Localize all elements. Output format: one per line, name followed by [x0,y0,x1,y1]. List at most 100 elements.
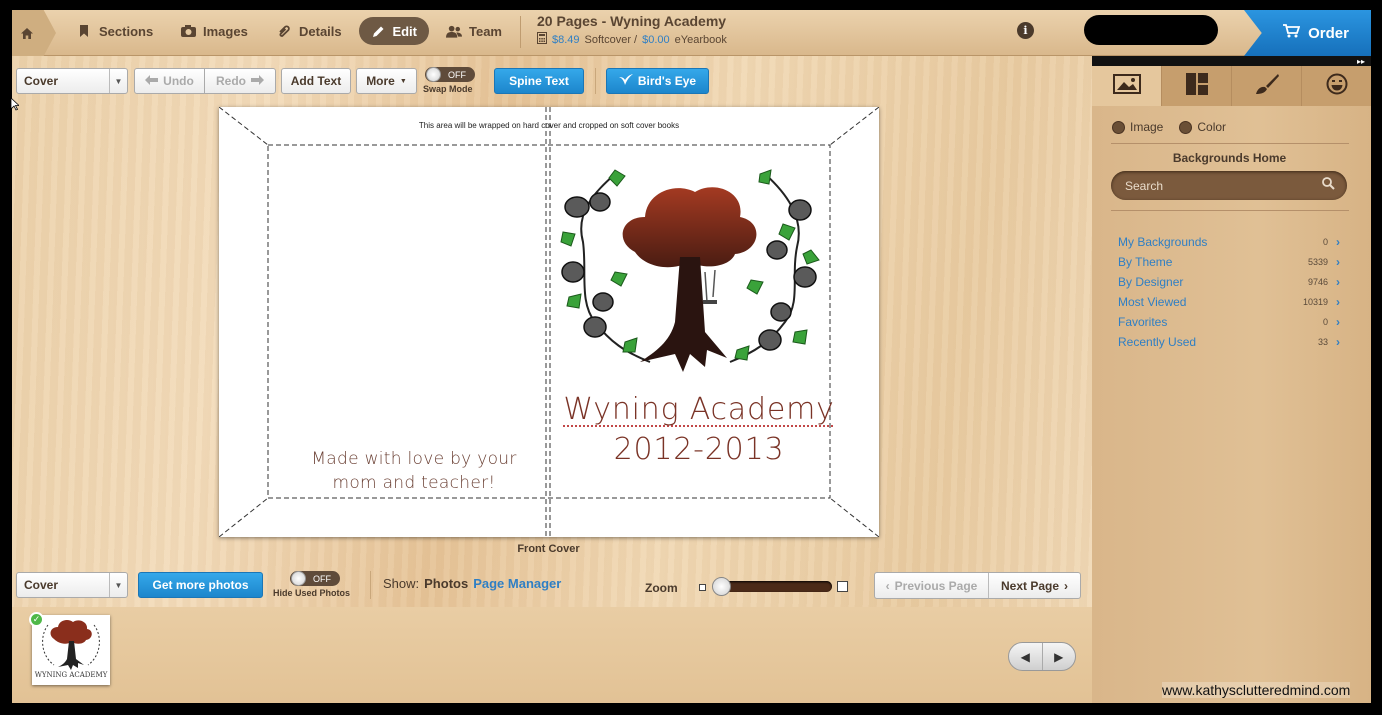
list-item[interactable]: Most Viewed 10319 › [1118,292,1340,312]
list-item[interactable]: My Backgrounds 0 › [1118,232,1340,252]
layout-icon [1185,72,1208,100]
radio-image-label: Image [1130,120,1164,134]
image-icon [1112,73,1141,99]
swap-mode-toggle[interactable]: OFF [425,67,475,82]
tree-logo-image[interactable] [555,162,825,382]
bookmark-icon [76,23,92,39]
photo-thumbnail[interactable]: WYNING ACADEMY [32,615,110,685]
search-icon[interactable] [1322,177,1335,193]
radio-color[interactable]: Color [1179,120,1226,134]
cover-page[interactable]: This area will be wrapped on hard cover … [219,107,879,537]
category-count: 0 [1322,317,1328,327]
chevron-down-icon: ▼ [109,573,127,597]
toggle-state: OFF [313,573,331,584]
chevron-right-icon: › [1336,275,1340,289]
info-icon[interactable]: i [1017,22,1034,39]
chevron-right-icon: › [1336,235,1340,249]
toggle-knob [291,571,306,586]
chevron-right-icon: › [1336,315,1340,329]
radio-circle [1112,120,1125,134]
strip-scroll-buttons: ◀ ▶ [1008,642,1076,671]
list-item[interactable]: By Designer 9746 › [1118,272,1340,292]
chevron-right-icon[interactable]: ▶ [1043,643,1076,670]
photo-page-select-value: Cover [24,578,59,592]
more-button[interactable]: More ▼ [356,68,417,94]
previous-page-button[interactable]: ‹ Previous Page [875,573,989,598]
hide-used-photos-label: Hide Used Photos [273,588,351,598]
radio-circle [1179,120,1193,134]
panel-tabs [1092,66,1371,106]
nav-details[interactable]: Details [264,17,354,45]
order-button[interactable]: Order [1244,10,1371,56]
spine-text-label: Spine Text [509,74,569,88]
nav-label: Details [299,23,342,39]
nav-images[interactable]: Images [168,17,260,45]
redacted-account [1084,15,1218,45]
tab-styles[interactable] [1232,66,1302,106]
left-text-line2: mom and teacher! [332,473,496,493]
nav-edit[interactable]: Edit [359,17,429,45]
chevron-left-icon[interactable]: ◀ [1009,643,1043,670]
tab-layouts[interactable] [1162,66,1232,106]
background-search-input[interactable]: Search [1111,171,1347,200]
left-cover-text[interactable]: Made with love by your mom and teacher! [289,447,539,495]
add-text-button[interactable]: Add Text [281,68,351,94]
radio-image[interactable]: Image [1112,120,1163,134]
redo-label: Redo [216,74,246,88]
nav-team[interactable]: Team [434,17,514,45]
toggle-state: OFF [448,69,466,80]
panel-collapse-bar[interactable]: ▸▸ [1092,56,1371,66]
category-label: By Designer [1118,275,1184,289]
smiley-icon [1326,73,1348,100]
page-select[interactable]: Cover ▼ [16,68,128,94]
list-item[interactable]: Favorites 0 › [1118,312,1340,332]
zoom-slider-handle[interactable] [712,577,731,596]
list-item[interactable]: By Theme 5339 › [1118,252,1340,272]
tab-backgrounds[interactable] [1092,66,1162,106]
project-title: 20 Pages - Wyning Academy [537,13,727,29]
add-text-label: Add Text [290,74,342,88]
show-filter: Show: Photos Page Manager [383,576,561,591]
cover-title-text[interactable]: Wyning Academy 2012-2013 [549,390,849,470]
page-manager-link[interactable]: Page Manager [473,576,561,591]
more-label: More [366,74,395,88]
birds-eye-button[interactable]: Bird's Eye [606,68,709,94]
check-icon: ✓ [29,612,44,627]
panel-divider [1111,210,1349,211]
chevron-right-icon: › [1064,578,1069,593]
show-photos-option[interactable]: Photos [424,576,468,591]
get-more-photos-button[interactable]: Get more photos [138,572,263,598]
softcover-price[interactable]: $8.49 [552,34,580,46]
home-button[interactable] [12,10,56,56]
thumbnail-caption: WYNING ACADEMY [34,671,108,679]
spine-text-button[interactable]: Spine Text [494,68,584,94]
list-item[interactable]: Recently Used 33 › [1118,332,1340,352]
camera-icon [180,23,196,39]
nav-sections[interactable]: Sections [64,17,165,45]
next-page-button[interactable]: Next Page › [989,573,1080,598]
tree-thumbnail-icon [42,619,100,670]
photo-page-select[interactable]: Cover ▼ [16,572,128,598]
zoom-out-icon[interactable] [699,584,706,591]
zoom-slider[interactable] [715,581,832,592]
bird-icon [618,73,633,89]
page-caption: Front Cover [517,543,580,555]
panel-divider [1111,143,1349,144]
nav-divider [520,16,521,48]
app-window: Sections Images Details Edit Team 20 Pag… [12,10,1371,703]
page-select-value: Cover [24,74,59,88]
project-price: $8.49 Softcover / $0.00 eYearbook [537,32,727,47]
zoom-in-icon[interactable] [837,581,848,592]
watermark-text: www.kathysclutteredmind.com [1162,682,1351,698]
eyearbook-label: eYearbook [674,33,727,46]
title-line2: 2012-2013 [613,432,785,467]
redo-button[interactable]: Redo [204,68,276,94]
chevron-right-icon: › [1336,335,1340,349]
nav-label: Sections [99,23,154,39]
mouse-cursor-icon [11,98,19,111]
calculator-icon [537,32,547,47]
undo-button[interactable]: Undo [134,68,205,94]
eyearbook-price[interactable]: $0.00 [642,34,670,46]
tab-clipart[interactable] [1302,66,1371,106]
hide-used-photos-toggle[interactable]: OFF [290,571,340,586]
